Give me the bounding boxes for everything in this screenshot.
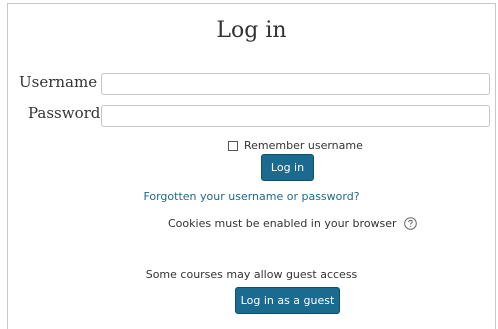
login-button[interactable]: Log in xyxy=(261,154,314,181)
cookies-notice: Cookies must be enabled in your browser xyxy=(168,217,417,230)
username-input[interactable] xyxy=(101,73,490,95)
password-label: Password xyxy=(28,104,101,122)
remember-checkbox[interactable] xyxy=(228,140,238,151)
login-panel: Log in Username Password Remember userna… xyxy=(7,3,496,329)
question-circle-icon[interactable] xyxy=(403,217,417,230)
remember-label: Remember username xyxy=(244,139,363,152)
forgot-link[interactable]: Forgotten your username or password? xyxy=(8,190,495,203)
password-input[interactable] xyxy=(101,105,490,127)
guest-access-text: Some courses may allow guest access xyxy=(145,268,358,281)
username-label: Username xyxy=(19,73,98,91)
remember-username[interactable]: Remember username xyxy=(228,139,363,152)
page-title: Log in xyxy=(216,18,287,43)
cookies-text: Cookies must be enabled in your browser xyxy=(168,217,397,230)
guest-login-button[interactable]: Log in as a guest xyxy=(235,287,340,314)
